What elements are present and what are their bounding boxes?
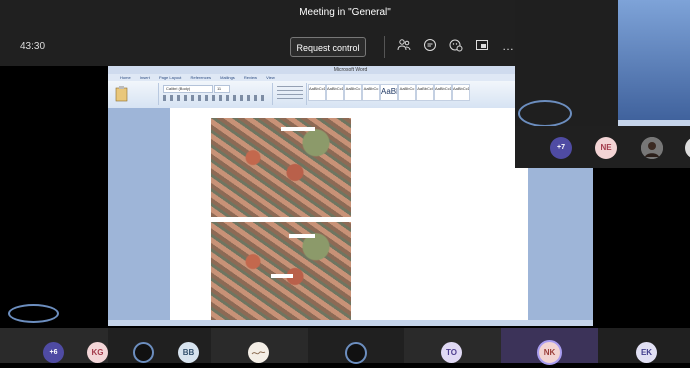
font-format-buttons <box>163 95 267 101</box>
toolbar-divider <box>384 36 385 58</box>
participants-overflow-count[interactable]: +6 <box>43 342 64 363</box>
pip-shared-preview <box>618 0 690 126</box>
style-emphasis: AaBbCcDc <box>434 84 452 101</box>
word-tab: Insert <box>139 75 150 80</box>
style-normal: AaBbCcDc <box>308 84 326 101</box>
avatar-signature <box>248 342 269 363</box>
avatar-to: TO <box>441 342 462 363</box>
word-tab: References <box>190 75 211 80</box>
word-tab: Mailings <box>220 75 235 80</box>
avatar-ek: EK <box>636 342 657 363</box>
reactions-icon[interactable] <box>448 38 464 54</box>
photo-label <box>289 234 315 238</box>
aerial-photo-1 <box>211 118 351 217</box>
style-title: AaBl <box>380 84 398 101</box>
word-tab: Page Layout <box>158 75 182 80</box>
avatar-kg: KG <box>87 342 108 363</box>
participants-bar: +6 KG BB TO NK EK <box>0 328 690 365</box>
pip-avatar-photo <box>641 137 663 159</box>
style-subtle: AaBbCcl <box>416 84 434 101</box>
style-heading-2: AaBbCc <box>362 84 380 101</box>
paragraph-buttons <box>277 86 303 101</box>
clipboard-group <box>110 83 159 105</box>
meeting-timer: 43:30 <box>20 41 46 52</box>
font-group: Calibri (Body) 11 <box>160 83 273 105</box>
request-control-button[interactable]: Request control <box>290 37 366 57</box>
pip-window[interactable]: +7 NE <box>515 0 690 168</box>
pip-participants: +7 NE <box>515 126 690 168</box>
word-status-bar <box>108 320 593 326</box>
style-intense: AaBbCcDc <box>452 84 470 101</box>
chat-icon[interactable] <box>422 38 438 54</box>
font-size-box: 11 <box>214 85 230 93</box>
paragraph-group <box>274 83 307 105</box>
paste-icon <box>115 86 128 102</box>
avatar-speaking-2 <box>345 342 367 364</box>
photo-label <box>271 274 293 278</box>
pip-overflow-count[interactable]: +7 <box>550 137 572 159</box>
word-tab: View <box>266 75 275 80</box>
aerial-photo-2 <box>211 222 351 321</box>
people-icon[interactable] <box>396 38 412 54</box>
pip-avatar-ne: NE <box>595 137 617 159</box>
font-name-box: Calibri (Body) <box>163 85 213 93</box>
pip-speaking-ring <box>518 100 572 127</box>
pip-avatar-partial <box>685 137 690 159</box>
style-no-spacing: AaBbCcDc <box>326 84 344 101</box>
word-tab: Home <box>120 75 131 80</box>
style-heading-1: AaBbCc <box>344 84 362 101</box>
share-tray-icon[interactable] <box>474 38 490 54</box>
avatar-nk: NK <box>537 340 562 365</box>
avatar-bb: BB <box>178 342 199 363</box>
document-page <box>170 108 528 321</box>
word-tab: Review <box>243 75 258 80</box>
style-subtitle: AaBbCc <box>398 84 416 101</box>
photo-label <box>281 127 315 131</box>
more-icon[interactable]: … <box>500 38 516 54</box>
speaking-ring <box>8 304 59 323</box>
avatar-speaking <box>133 342 154 363</box>
